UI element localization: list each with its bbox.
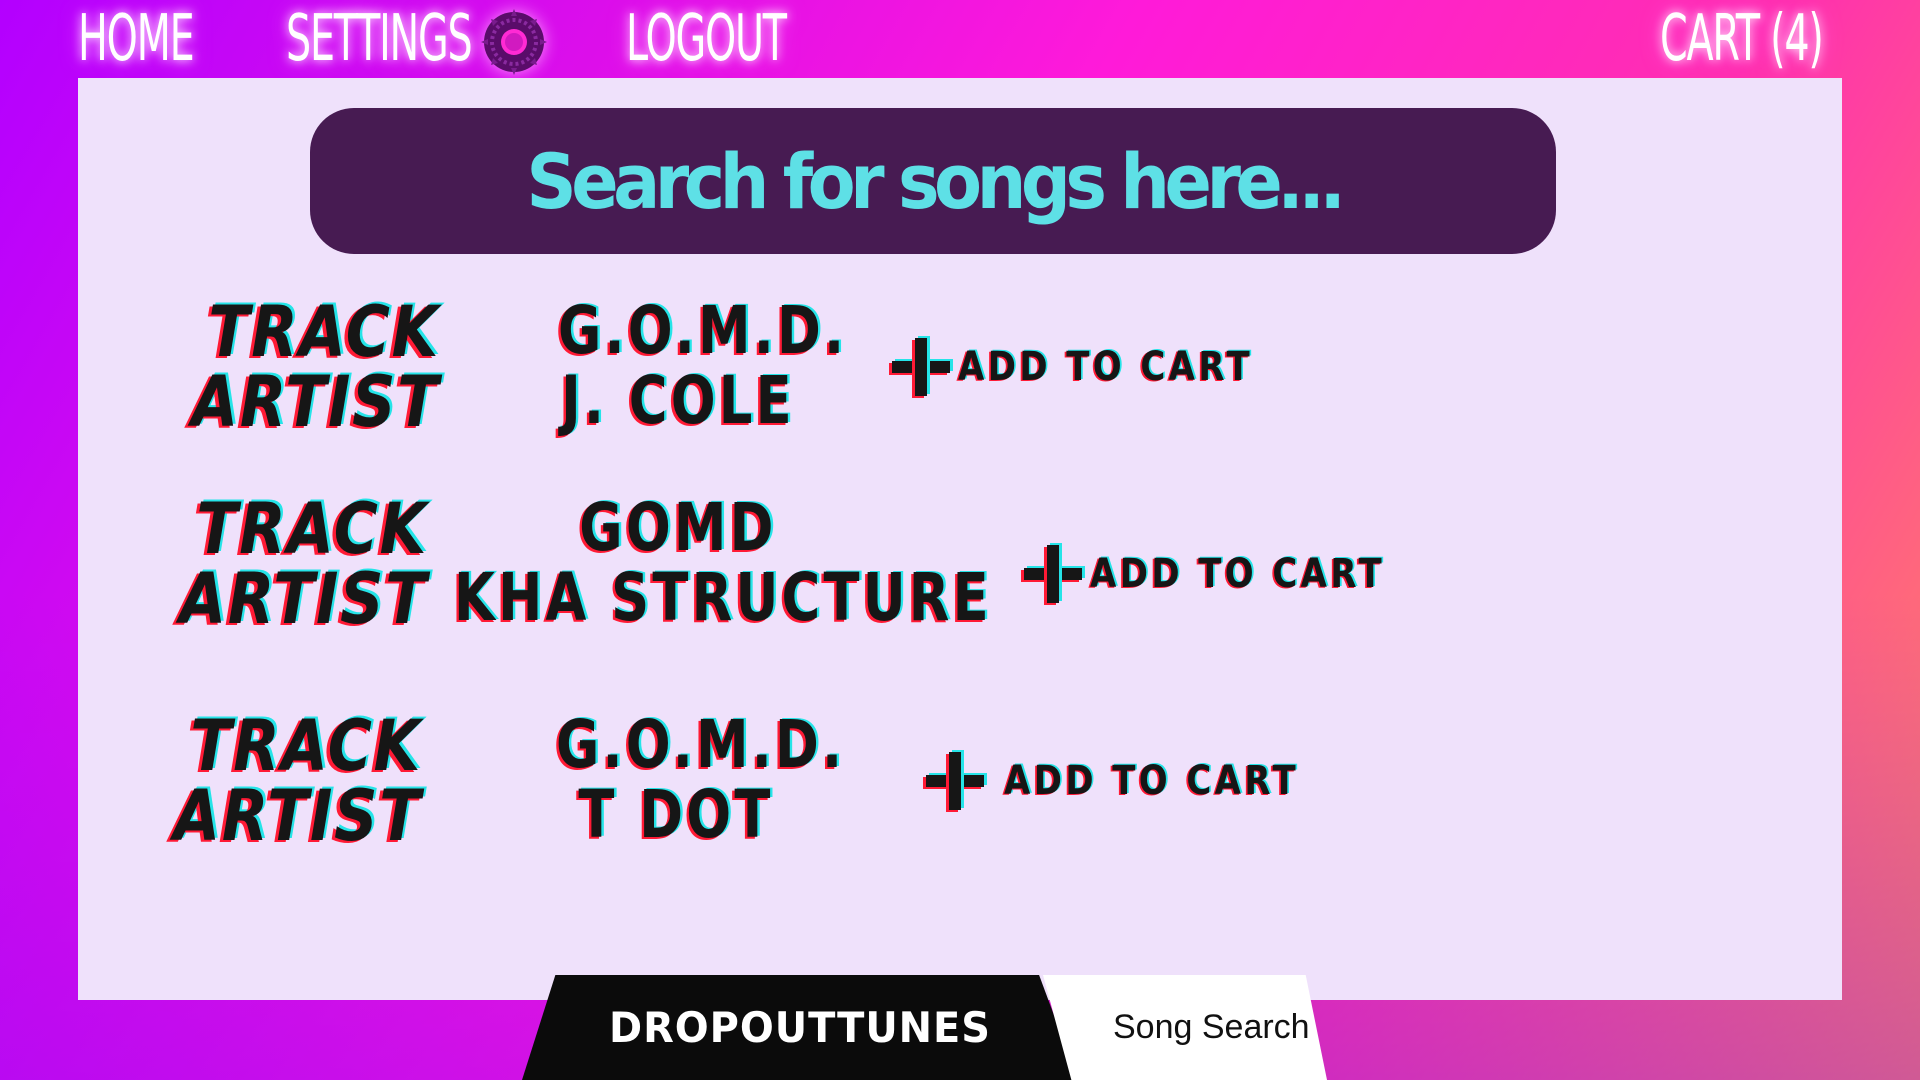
brand-tab: DROPOUTTUNES: [522, 975, 1078, 1080]
add-to-cart-button[interactable]: ADD TO CART: [1022, 539, 1437, 609]
nav-home-link[interactable]: HOME: [78, 0, 195, 78]
plus-icon: [924, 750, 986, 812]
top-nav: HOME SETTINGS LOGOUT CART (4): [0, 0, 1920, 80]
result-row: TRACK ARTIST G.O.M.D. T DOT ADD TO CART: [78, 710, 1842, 860]
track-label: TRACK: [190, 705, 422, 787]
gear-icon[interactable]: [478, 6, 550, 78]
add-to-cart-label: ADD TO CART: [1090, 551, 1386, 597]
nav-logout-link[interactable]: LOGOUT: [626, 0, 787, 78]
track-label: TRACK: [208, 291, 440, 373]
add-to-cart-label: ADD TO CART: [1004, 758, 1300, 804]
add-to-cart-button[interactable]: ADD TO CART: [924, 746, 1351, 816]
results-panel: Search for songs here... TRACK ARTIST G.…: [78, 78, 1842, 1000]
artist-label: ARTIST: [179, 558, 428, 640]
plus-icon: [1022, 543, 1084, 605]
nav-settings-link[interactable]: SETTINGS: [286, 0, 473, 78]
page-tab-label: Song Search: [1113, 1008, 1310, 1046]
track-name: G.O.M.D.: [558, 292, 848, 369]
artist-label: ARTIST: [173, 775, 422, 857]
track-name: G.O.M.D.: [556, 706, 846, 783]
plus-icon: [890, 336, 952, 398]
add-to-cart-label: ADD TO CART: [958, 344, 1254, 390]
search-bar[interactable]: Search for songs here...: [310, 108, 1556, 254]
artist-name: T DOT: [578, 776, 774, 853]
result-row: TRACK ARTIST GOMD KHA STRUCTURE ADD TO C…: [78, 493, 1842, 643]
artist-label: ARTIST: [191, 361, 440, 443]
add-to-cart-button[interactable]: ADD TO CART: [890, 332, 1305, 402]
artist-name: KHA STRUCTURE: [454, 559, 992, 636]
track-label: TRACK: [196, 488, 428, 570]
nav-cart-link[interactable]: CART (4): [1660, 0, 1824, 78]
result-row: TRACK ARTIST G.O.M.D. J. COLE ADD TO CAR…: [78, 296, 1842, 446]
search-placeholder: Search for songs here...: [525, 136, 1346, 226]
brand-name: DROPOUTTUNES: [609, 1003, 991, 1052]
track-name: GOMD: [579, 489, 777, 566]
artist-name: J. COLE: [561, 362, 795, 439]
